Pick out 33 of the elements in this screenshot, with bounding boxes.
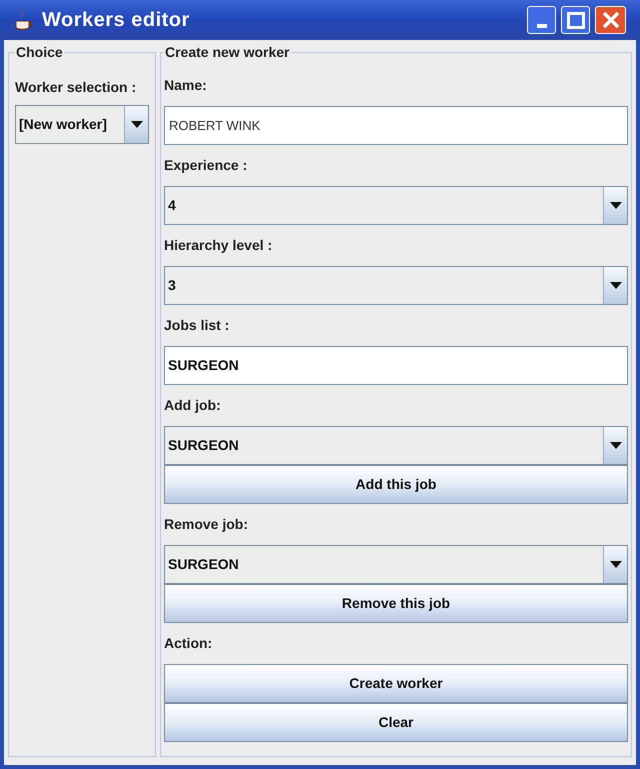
action-button[interactable]: Clear [164, 703, 628, 742]
dropdown[interactable]: 4 [164, 186, 628, 225]
field-label: Add job: [164, 396, 221, 415]
caret-icon [610, 282, 622, 289]
maximize-button[interactable] [561, 6, 590, 34]
text-field[interactable]: ROBERT WINK [164, 106, 628, 145]
dropdown[interactable]: [New worker] [15, 105, 149, 144]
panel-title: Choice [15, 43, 64, 62]
caret-icon [130, 121, 142, 128]
field-label: Worker selection : [15, 78, 136, 96]
dropdown[interactable]: 3 [164, 266, 628, 305]
close-button[interactable] [595, 6, 626, 34]
field-label: Experience : [164, 156, 248, 175]
action-button[interactable]: Create worker [164, 664, 628, 703]
action-button[interactable]: Remove this job [164, 584, 628, 623]
field-label: Action: [164, 634, 212, 653]
minimize-button[interactable] [527, 6, 556, 34]
jobs-list[interactable]: SURGEON [164, 346, 628, 385]
caret-icon [610, 561, 622, 568]
field-label: Name: [164, 76, 207, 95]
field-label: Jobs list : [164, 316, 230, 335]
field-label: Hierarchy level : [164, 236, 272, 255]
dropdown[interactable]: SURGEON [164, 426, 628, 465]
field-label: Remove job: [164, 515, 248, 534]
action-button[interactable]: Add this job [164, 465, 628, 504]
panel-title: Create new worker [164, 43, 290, 62]
caret-icon [610, 442, 622, 449]
dropdown[interactable]: SURGEON [164, 545, 628, 584]
maximize-icon [566, 12, 584, 28]
minimize-icon [536, 24, 546, 28]
close-icon [602, 11, 620, 29]
caret-icon [610, 202, 622, 209]
window-title: Workers editor [42, 8, 191, 33]
